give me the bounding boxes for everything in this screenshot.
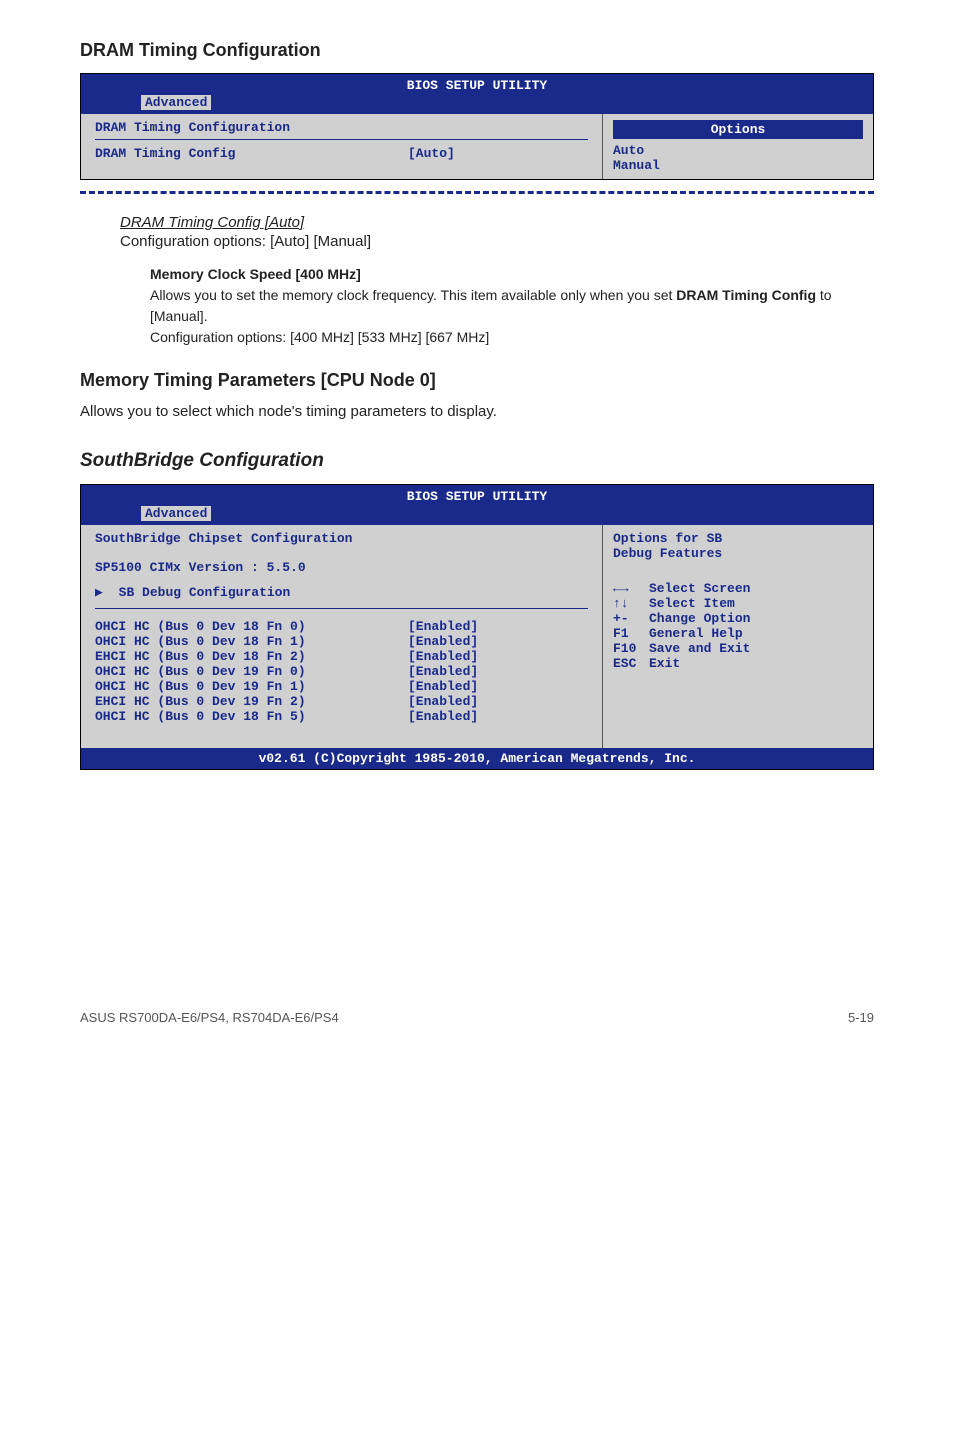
nav-text: Select Item	[649, 596, 735, 611]
nav-key-f10: F10	[613, 641, 649, 656]
nav-text: Save and Exit	[649, 641, 750, 656]
nav-general-help: F1General Help	[613, 626, 863, 641]
side-title-2: Debug Features	[613, 546, 863, 561]
heading-mem-timing: Memory Timing Parameters [CPU Node 0]	[80, 370, 874, 391]
memory-clock-block: Memory Clock Speed [400 MHz] Allows you …	[150, 264, 874, 348]
nav-save-exit: F10Save and Exit	[613, 641, 863, 656]
hc-label: OHCI HC (Bus 0 Dev 18 Fn 0)	[95, 619, 408, 634]
hc-value: [Enabled]	[408, 634, 588, 649]
option-manual[interactable]: Manual	[613, 158, 863, 173]
bios-right-panel-sb: Options for SB Debug Features ←→Select S…	[603, 525, 873, 748]
hc-value: [Enabled]	[408, 619, 588, 634]
mem-timing-desc: Allows you to select which node's timing…	[80, 403, 874, 420]
hc-label: OHCI HC (Bus 0 Dev 18 Fn 1)	[95, 634, 408, 649]
bios-panel-southbridge: BIOS SETUP UTILITY Advanced SouthBridge …	[80, 484, 874, 770]
hc-label: EHCI HC (Bus 0 Dev 18 Fn 2)	[95, 649, 408, 664]
memclk-text-a: Allows you to set the memory clock frequ…	[150, 287, 676, 303]
dram-config-link-line: DRAM Timing Config [Auto]	[120, 214, 874, 231]
memclk-title: Memory Clock Speed [400 MHz]	[150, 264, 874, 285]
nav-key-f1: F1	[613, 626, 649, 641]
hc-value: [Enabled]	[408, 664, 588, 679]
bios-title: BIOS SETUP UTILITY	[81, 74, 873, 95]
nav-select-item: ↑↓Select Item	[613, 596, 863, 611]
nav-text: Change Option	[649, 611, 750, 626]
sb-panel-title: SouthBridge Chipset Configuration	[95, 531, 588, 550]
hc-label: OHCI HC (Bus 0 Dev 18 Fn 5)	[95, 709, 408, 724]
setting-label: DRAM Timing Config	[95, 146, 408, 161]
bios-title-sb: BIOS SETUP UTILITY	[81, 485, 873, 506]
bios-left-panel: DRAM Timing Configuration DRAM Timing Co…	[81, 114, 603, 179]
nav-change-option: +-Change Option	[613, 611, 863, 626]
footer-right: 5-19	[848, 1010, 874, 1025]
bios-copyright-footer: v02.61 (C)Copyright 1985-2010, American …	[81, 748, 873, 769]
sb-version: SP5100 CIMx Version : 5.5.0	[95, 560, 588, 575]
nav-exit: ESCExit	[613, 656, 863, 671]
hc-row-5[interactable]: EHCI HC (Bus 0 Dev 19 Fn 2)[Enabled]	[95, 694, 588, 709]
page-footer: ASUS RS700DA-E6/PS4, RS704DA-E6/PS4 5-19	[80, 1010, 874, 1025]
options-header: Options	[613, 120, 863, 139]
side-title-1: Options for SB	[613, 531, 863, 546]
nav-select-screen: ←→Select Screen	[613, 581, 863, 596]
hc-value: [Enabled]	[408, 649, 588, 664]
hc-row-4[interactable]: OHCI HC (Bus 0 Dev 19 Fn 1)[Enabled]	[95, 679, 588, 694]
setting-value: [Auto]	[408, 146, 588, 161]
dram-config-desc: Configuration options: [Auto] [Manual]	[120, 233, 874, 250]
bios-tab-row: Advanced	[81, 95, 873, 114]
memclk-bold: DRAM Timing Config	[676, 287, 816, 303]
torn-edge-divider	[80, 185, 874, 194]
sb-debug-row[interactable]: ▶ SB Debug Configuration	[95, 585, 588, 609]
hc-row-6[interactable]: OHCI HC (Bus 0 Dev 18 Fn 5)[Enabled]	[95, 709, 588, 724]
hc-row-3[interactable]: OHCI HC (Bus 0 Dev 19 Fn 0)[Enabled]	[95, 664, 588, 679]
heading-dram-timing: DRAM Timing Configuration	[80, 40, 874, 61]
hc-label: OHCI HC (Bus 0 Dev 19 Fn 1)	[95, 679, 408, 694]
nav-text: Select Screen	[649, 581, 750, 596]
hc-row-2[interactable]: EHCI HC (Bus 0 Dev 18 Fn 2)[Enabled]	[95, 649, 588, 664]
hc-label: EHCI HC (Bus 0 Dev 19 Fn 2)	[95, 694, 408, 709]
tab-advanced-sb[interactable]: Advanced	[141, 506, 211, 521]
dram-config-link: DRAM Timing Config [Auto]	[120, 214, 304, 231]
hc-label: OHCI HC (Bus 0 Dev 19 Fn 0)	[95, 664, 408, 679]
tab-advanced[interactable]: Advanced	[141, 95, 211, 110]
hc-row-1[interactable]: OHCI HC (Bus 0 Dev 18 Fn 1)[Enabled]	[95, 634, 588, 649]
nav-text: Exit	[649, 656, 680, 671]
option-auto[interactable]: Auto	[613, 143, 863, 158]
nav-text: General Help	[649, 626, 743, 641]
nav-key-esc: ESC	[613, 656, 649, 671]
nav-key-updown: ↑↓	[613, 596, 649, 611]
memclk-line1: Allows you to set the memory clock frequ…	[150, 285, 874, 327]
bios-left-panel-sb: SouthBridge Chipset Configuration SP5100…	[81, 525, 603, 748]
bios-panel-dram: BIOS SETUP UTILITY Advanced DRAM Timing …	[80, 73, 874, 180]
hc-row-0[interactable]: OHCI HC (Bus 0 Dev 18 Fn 0)[Enabled]	[95, 619, 588, 634]
setting-row-dram-config[interactable]: DRAM Timing Config [Auto]	[95, 146, 588, 161]
hc-value: [Enabled]	[408, 709, 588, 724]
memclk-line2: Configuration options: [400 MHz] [533 MH…	[150, 327, 874, 348]
nav-key-arrows: ←→	[613, 581, 649, 596]
hc-value: [Enabled]	[408, 694, 588, 709]
panel-subtitle: DRAM Timing Configuration	[95, 120, 588, 140]
nav-key-plusminus: +-	[613, 611, 649, 626]
hc-value: [Enabled]	[408, 679, 588, 694]
nav-help-block: ←→Select Screen ↑↓Select Item +-Change O…	[613, 581, 863, 671]
bios-right-panel: Options Auto Manual	[603, 114, 873, 179]
bios-tab-row-sb: Advanced	[81, 506, 873, 525]
heading-southbridge: SouthBridge Configuration	[80, 450, 874, 472]
triangle-right-icon: ▶	[95, 585, 103, 600]
sb-debug-label: SB Debug Configuration	[119, 585, 291, 600]
footer-left: ASUS RS700DA-E6/PS4, RS704DA-E6/PS4	[80, 1010, 339, 1025]
